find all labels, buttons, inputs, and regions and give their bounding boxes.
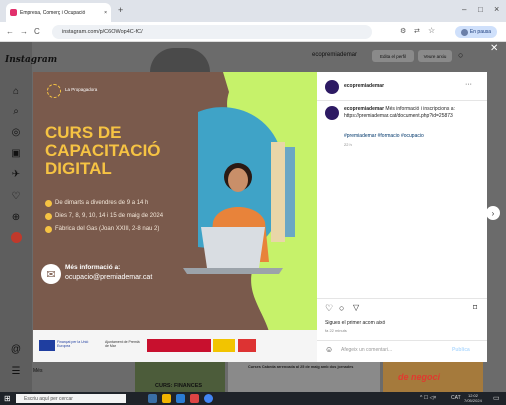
check-icon	[45, 213, 52, 220]
post-author-avatar[interactable]	[325, 80, 339, 94]
emoji-icon[interactable]: ☺	[325, 345, 333, 354]
government-logo	[147, 339, 211, 352]
caption-hashtags[interactable]: #premiademar #formacio #ocupacio	[344, 133, 424, 140]
caption-avatar[interactable]	[325, 106, 339, 120]
caption-timestamp: 22 h	[344, 142, 352, 147]
bookmark-star-icon[interactable]: ☆	[428, 26, 435, 35]
clock-date[interactable]: 7/05/2024	[464, 398, 482, 403]
notifications-icon[interactable]: ♡	[9, 190, 23, 202]
more-label[interactable]: Més	[33, 368, 42, 374]
home-icon[interactable]: ⌂	[9, 85, 23, 97]
grid-post-title: Curses Cabeda arrencada al 25 de maig am…	[248, 365, 354, 369]
chrome-icon[interactable]	[204, 394, 213, 403]
windows-taskbar: ⊞ Escriu aquí per cercar ^ ☐ ◁× CAT 12:0…	[0, 392, 506, 405]
menu-icon[interactable]: ☰	[9, 365, 23, 377]
profile-username-heading: ecopremiademar	[312, 52, 358, 58]
catalonia-logo	[238, 339, 256, 352]
browser-tab[interactable]: Empresa, Comerç i Ocupació ×	[6, 3, 111, 22]
back-button[interactable]: ←	[6, 27, 14, 36]
close-window-button[interactable]: ×	[494, 4, 499, 14]
post-details-panel: ecopremiademar ··· ecopremiademar Més in…	[317, 72, 487, 362]
task-view-icon[interactable]	[148, 394, 157, 403]
browser-tab-bar: Empresa, Comerç i Ocupació × + – □ ×	[0, 0, 506, 22]
grid-post-caption: CURS: FINANCES	[155, 383, 203, 389]
sponsor-city: Ajuntament de Premià de Mar	[105, 340, 140, 348]
poster-title-line1: CURS DE	[45, 123, 122, 142]
taskbar-app-icon[interactable]	[190, 394, 199, 403]
extensions-icon[interactable]: ⚙	[400, 27, 406, 35]
caption-username[interactable]: ecopremiademar	[344, 106, 384, 112]
post-timestamp: fa 22 minuts	[325, 328, 347, 333]
close-modal-icon[interactable]: ✕	[490, 43, 498, 54]
share-icon[interactable]: ▽	[353, 303, 359, 312]
new-tab-button[interactable]: +	[118, 5, 123, 15]
windows-start-icon[interactable]: ⊞	[4, 394, 11, 403]
create-icon[interactable]: ⊕	[9, 211, 23, 223]
next-post-icon[interactable]: ›	[486, 206, 500, 220]
notifications-center-icon[interactable]: ▭	[493, 394, 500, 402]
settings-icon[interactable]: ○	[458, 50, 463, 60]
poster-title-line3: DIGITAL	[45, 159, 112, 178]
publish-button[interactable]: Publica	[452, 347, 470, 353]
propagadora-logo-icon	[47, 84, 61, 98]
post-author-name[interactable]: ecopremiademar	[344, 83, 384, 89]
grid-post-title: de negoci	[398, 372, 441, 382]
mail-app-icon[interactable]	[176, 394, 185, 403]
avatar	[460, 28, 468, 36]
maximize-button[interactable]: □	[478, 5, 483, 14]
post-image[interactable]: La Propagadora CURS DE CAPACITACIÓ DIGIT…	[33, 72, 317, 362]
profile-avatar[interactable]	[11, 232, 22, 243]
instagram-logo[interactable]: Instagram	[5, 55, 57, 65]
explore-icon[interactable]: ◎	[9, 126, 23, 138]
poster-bullet: Fàbrica del Gas (Joan XXIII, 2-8 nau 2)	[55, 226, 160, 232]
poster-bullet: Dies 7, 8, 9, 10, 14 i 15 de maig de 202…	[55, 213, 164, 219]
poster-bullet: De dimarts a divendres de 9 a 14 h	[55, 200, 149, 206]
check-icon	[45, 200, 52, 207]
instagram-favicon-icon	[10, 9, 17, 16]
messages-icon[interactable]: ✈	[9, 168, 23, 180]
check-icon	[45, 226, 52, 233]
view-archive-button[interactable]: Veure arxiu	[418, 50, 452, 62]
profile-label: En pausa	[469, 29, 492, 35]
tab-title: Empresa, Comerç i Ocupació	[20, 9, 86, 16]
divider	[317, 100, 487, 101]
url-input[interactable]: instagram.com/p/C6OWop4C-fC/	[52, 25, 372, 39]
like-icon[interactable]: ♡	[325, 303, 333, 314]
mail-icon: ✉	[41, 264, 61, 284]
spain-logo	[213, 339, 235, 352]
poster-info-label: Més informació a:	[65, 264, 121, 271]
poster-brand: La Propagadora	[65, 87, 98, 92]
sponsor-eu: Finançat per la Unió Europea	[57, 340, 89, 348]
more-options-icon[interactable]: ···	[465, 81, 472, 88]
system-tray-icons[interactable]: ^ ☐ ◁×	[420, 395, 436, 401]
taskbar-search-input[interactable]: Escriu aquí per cercar	[16, 394, 126, 403]
translate-icon[interactable]: ⇄	[414, 27, 420, 35]
divider	[317, 298, 487, 299]
file-explorer-icon[interactable]	[162, 394, 171, 403]
reload-button[interactable]: C	[34, 27, 40, 36]
minimize-button[interactable]: –	[462, 5, 466, 14]
edit-profile-button[interactable]: Edita el perfil	[372, 50, 414, 62]
threads-icon[interactable]: @	[9, 343, 23, 355]
likes-text: Sigues el primer acom aixó	[325, 320, 386, 326]
caption: ecopremiademar Més informació i inscripc…	[344, 106, 479, 119]
reels-icon[interactable]: ▣	[9, 147, 23, 159]
browser-profile-button[interactable]: En pausa	[455, 26, 497, 38]
comment-icon[interactable]: ○	[339, 303, 344, 313]
eu-flag-icon	[39, 340, 55, 351]
poster-info-email: ocupacio@premiademar.cat	[65, 274, 153, 281]
poster-title-line2: CAPACITACIÓ	[45, 141, 161, 160]
forward-button[interactable]: →	[20, 27, 28, 36]
language-indicator[interactable]: CAT	[451, 395, 461, 401]
address-bar-row: ← → C instagram.com/p/C6OWop4C-fC/ ⚙ ⇄ ☆…	[0, 22, 506, 42]
tab-close-icon[interactable]: ×	[104, 10, 107, 16]
search-icon[interactable]: ⌕	[9, 105, 23, 117]
divider	[317, 340, 487, 341]
comment-input[interactable]: Afegeix un comentari...	[341, 347, 392, 353]
save-bookmark-icon[interactable]: ⌑	[473, 303, 477, 312]
